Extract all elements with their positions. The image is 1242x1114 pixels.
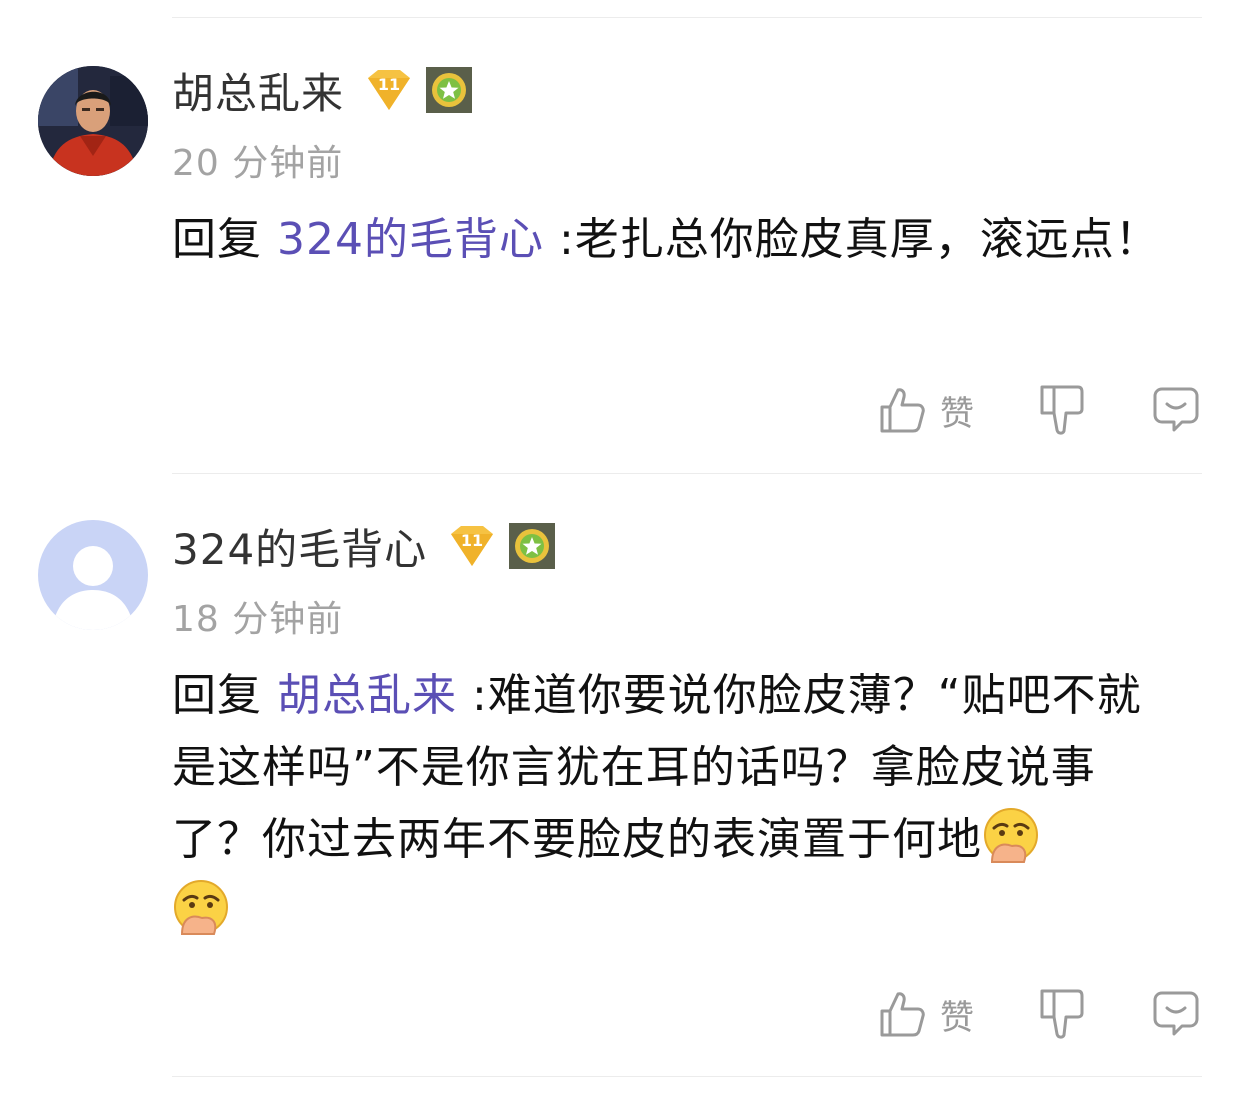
timestamp: 18 分钟前: [172, 599, 344, 640]
thumbs-down-icon: [1040, 989, 1084, 1039]
comment-body: 回复 324的毛背心 :老扎总你脸皮真厚，滚远点！: [172, 204, 1182, 276]
level-badge-icon: 11: [451, 526, 494, 566]
avatar[interactable]: [38, 520, 148, 630]
reply-button[interactable]: [1152, 380, 1200, 440]
svg-text:11: 11: [461, 531, 483, 550]
like-label: 赞: [940, 997, 974, 1038]
name-row: 胡总乱来 11: [172, 60, 473, 121]
reply-button[interactable]: [1152, 984, 1200, 1044]
medal-icon: [509, 523, 556, 569]
svg-text:11: 11: [378, 75, 400, 94]
reply-prefix: 回复: [172, 214, 262, 265]
comment-actions: 赞: [0, 380, 1242, 440]
name-row: 324的毛背心 11: [172, 516, 556, 577]
mention-link[interactable]: 胡总乱来: [277, 670, 457, 721]
top-divider: [172, 17, 1202, 18]
comment-actions: 赞: [0, 984, 1242, 1044]
username[interactable]: 324的毛背心: [172, 516, 427, 577]
timestamp: 20 分钟前: [172, 143, 344, 184]
like-button[interactable]: 赞: [878, 984, 974, 1044]
thumbs-down-icon: [1040, 385, 1084, 435]
cover-mouth-emoji-icon: [984, 808, 1038, 863]
bottom-divider: [172, 1076, 1202, 1077]
thumbs-up-icon: [880, 992, 925, 1037]
reply-prefix: 回复: [172, 670, 262, 721]
dislike-button[interactable]: [1038, 984, 1084, 1044]
mention-link[interactable]: 324的毛背心: [277, 214, 544, 265]
medal-icon: [426, 67, 473, 113]
avatar-photo: [38, 66, 148, 176]
dislike-button[interactable]: [1038, 380, 1084, 440]
comment-text: :老扎总你脸皮真厚，滚远点！: [543, 214, 1160, 265]
default-avatar-icon: [38, 520, 148, 630]
like-label: 赞: [940, 393, 974, 434]
comment-bubble-icon: [1153, 387, 1199, 432]
comment-divider: [172, 473, 1202, 474]
avatar[interactable]: [38, 66, 148, 176]
cover-mouth-emoji-icon: [174, 880, 228, 935]
like-button[interactable]: 赞: [878, 380, 974, 440]
level-badge-icon: 11: [368, 70, 411, 110]
thumbs-up-icon: [880, 388, 925, 433]
comment-bubble-icon: [1153, 991, 1199, 1036]
username[interactable]: 胡总乱来: [172, 60, 344, 121]
comment-body: 回复 胡总乱来 :难道你要说你脸皮薄？“贴吧不就是这样吗”不是你言犹在耳的话吗？…: [172, 660, 1182, 948]
